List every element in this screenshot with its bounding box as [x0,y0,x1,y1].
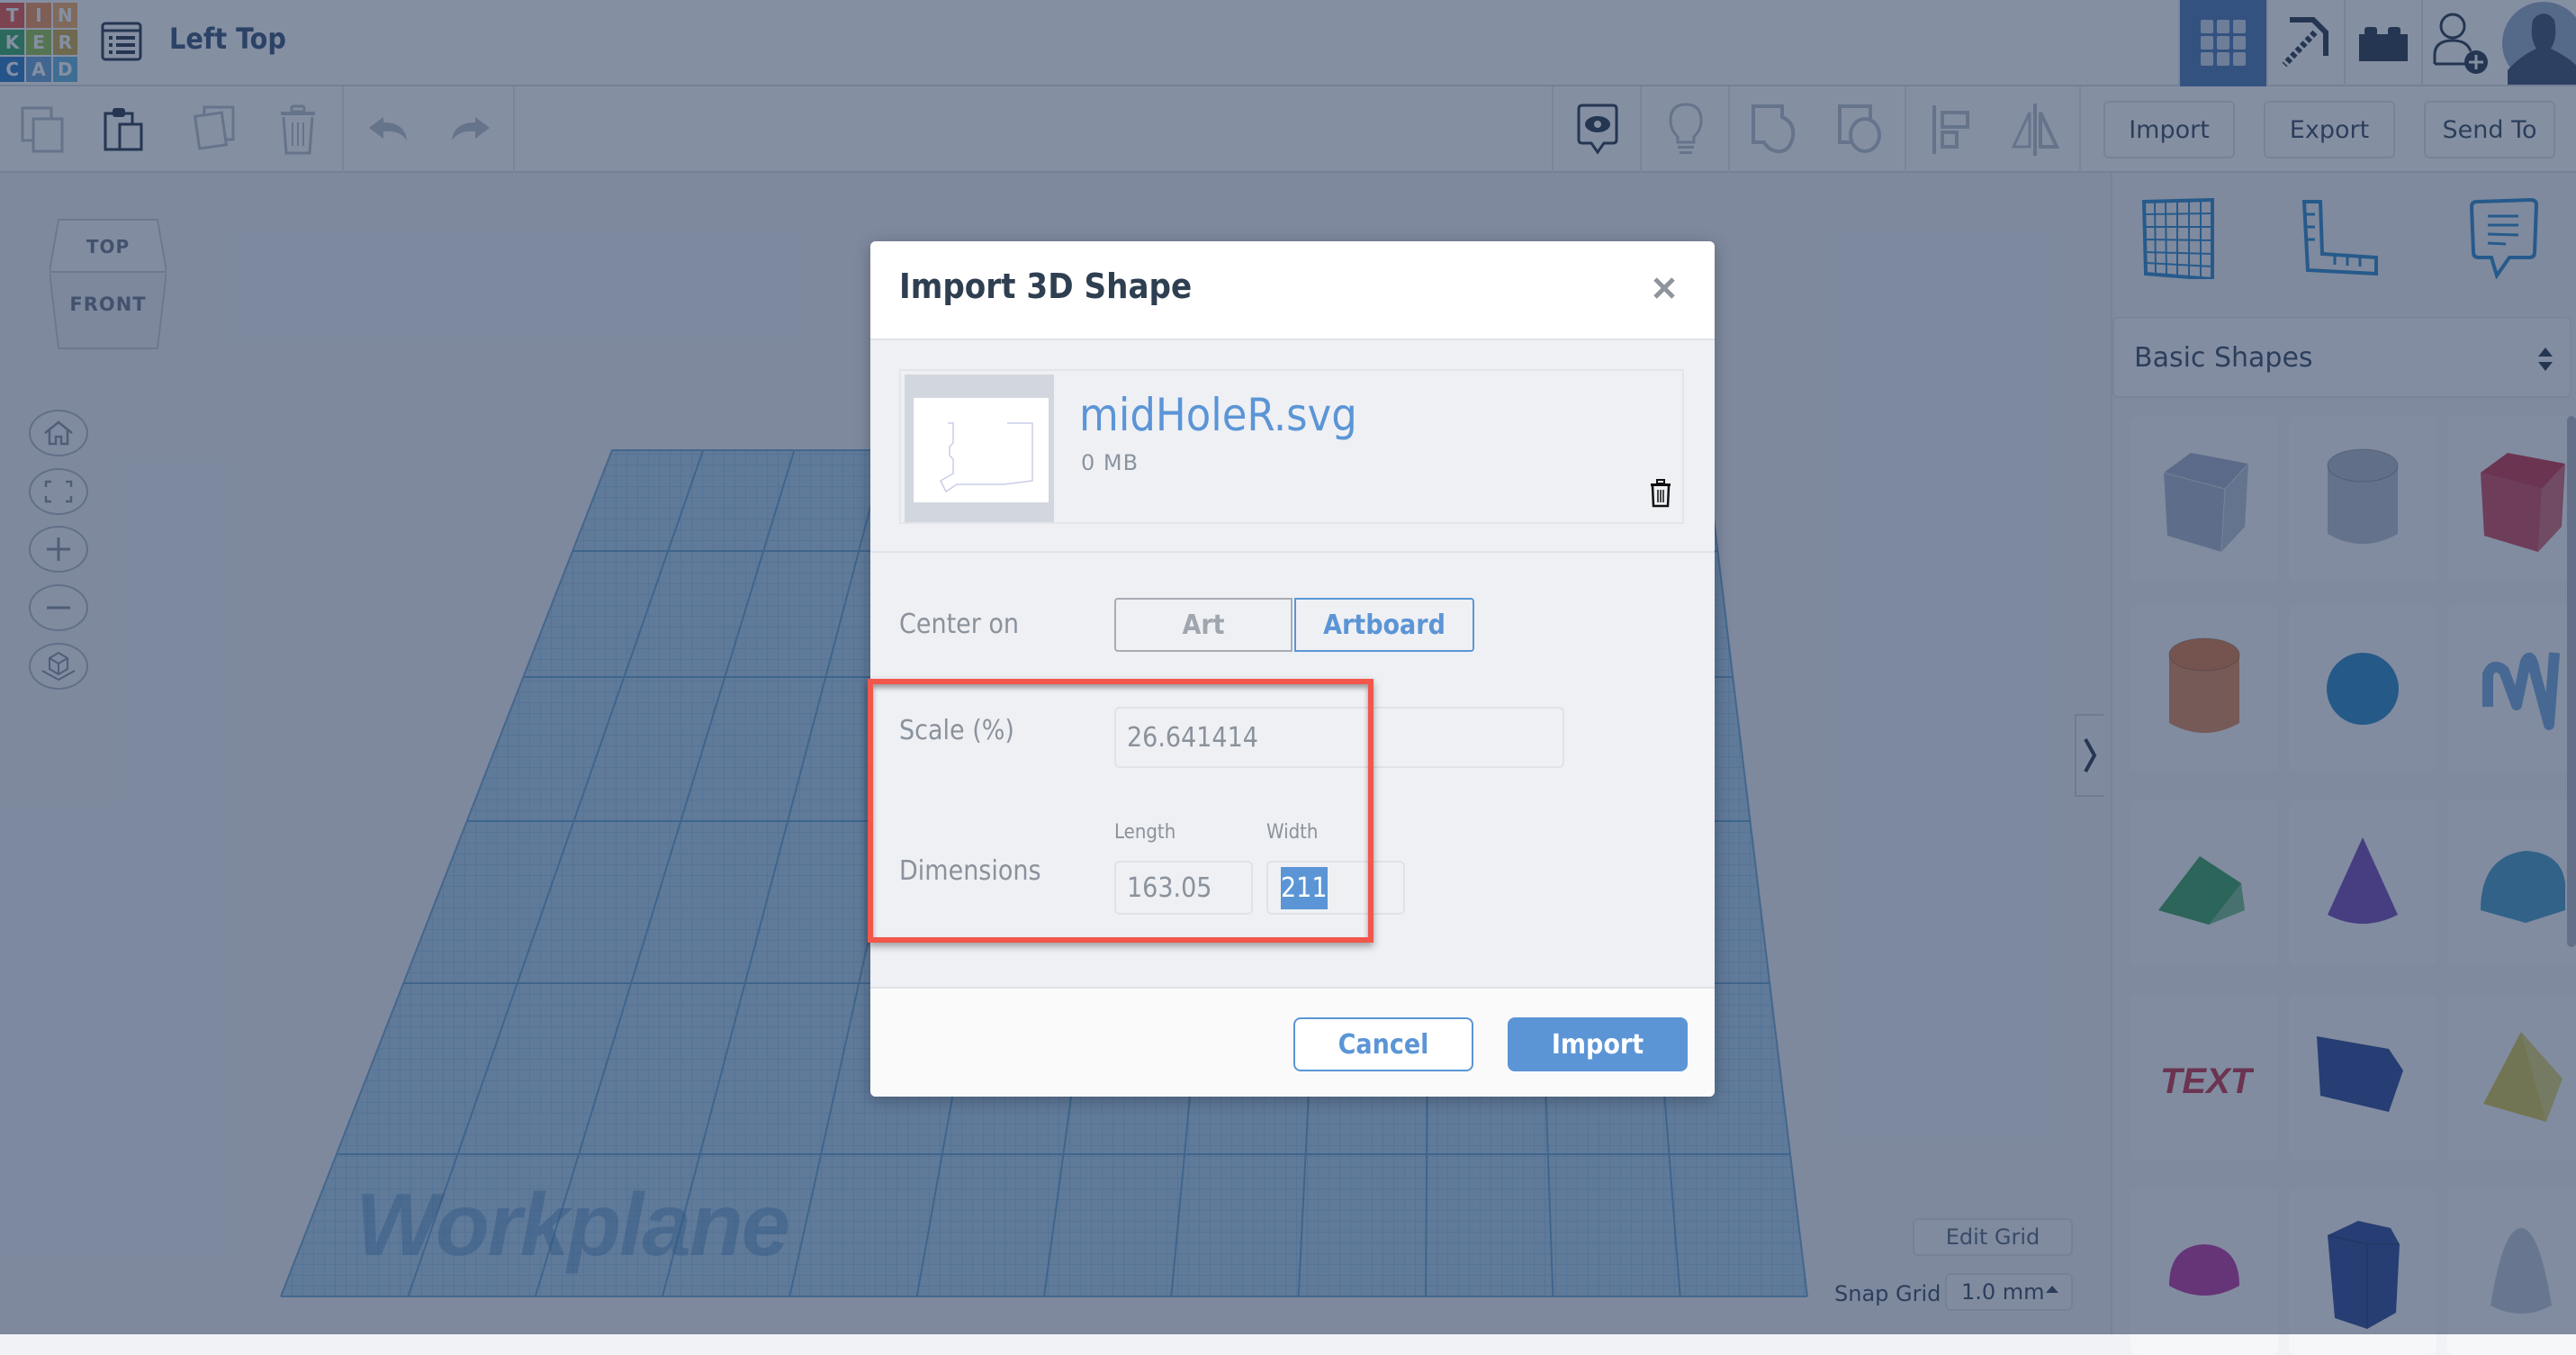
dialog-footer: Cancel Import [870,987,1715,1097]
width-label: Width [1266,821,1319,844]
center-on-artboard-button[interactable]: Artboard [1294,598,1474,652]
length-value: 163.05 [1127,872,1212,904]
center-on-art-button[interactable]: Art [1114,598,1293,652]
dialog-title: Import 3D Shape [899,266,1193,306]
file-thumbnail [905,375,1054,522]
dialog-divider [870,551,1715,553]
scale-input[interactable]: 26.641414 [1114,707,1564,768]
length-label: Length [1114,821,1176,844]
tinkercad-app: TINKERCAD Left Top [0,0,2576,1355]
file-card: midHoleR.svg 0 MB [899,369,1684,524]
file-size: 0 MB [1081,450,1139,475]
dialog-header: Import 3D Shape [870,241,1715,340]
center-on-label: Center on [899,609,1020,640]
import-3d-shape-dialog: Import 3D Shape midHoleR.svg 0 MB Center… [870,241,1715,1097]
width-value-selected: 211 [1281,866,1328,909]
scale-label: Scale (%) [899,715,1014,746]
trash-icon[interactable] [1650,479,1677,510]
cancel-button[interactable]: Cancel [1293,1017,1473,1071]
scale-value: 26.641414 [1127,721,1258,754]
import-confirm-button[interactable]: Import [1508,1017,1688,1071]
width-input[interactable]: 211 [1266,861,1405,915]
close-icon[interactable] [1650,274,1679,303]
file-name: midHoleR.svg [1079,389,1357,441]
dimensions-label: Dimensions [899,855,1041,887]
length-input[interactable]: 163.05 [1114,861,1253,915]
